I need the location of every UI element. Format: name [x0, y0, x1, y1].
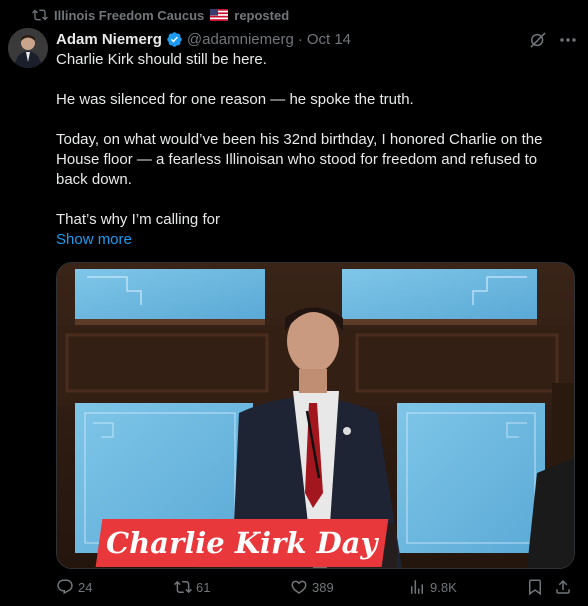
us-flag-icon: [210, 9, 229, 21]
retweet-icon: [174, 580, 192, 594]
like-icon: [291, 580, 307, 594]
tweet-paragraph: Today, on what would’ve been his 32nd bi…: [56, 131, 543, 188]
verified-badge-icon: [167, 31, 182, 47]
avatar[interactable]: [8, 28, 48, 68]
tweet-date[interactable]: Oct 14: [307, 31, 351, 48]
author-handle[interactable]: @adamniemerg: [187, 31, 294, 48]
tweet-text: Charlie Kirk should still be here. He wa…: [56, 50, 572, 230]
video-media[interactable]: Charlie Kirk Day: [56, 262, 575, 569]
bookmark-icon[interactable]: [526, 574, 544, 600]
reply-count: 24: [78, 579, 93, 595]
action-bar: 24 61 389 9.8K: [56, 574, 576, 600]
repost-suffix: reposted: [234, 7, 290, 23]
views-count: 9.8K: [430, 579, 457, 595]
share-icon[interactable]: [554, 574, 572, 600]
repost-indicator[interactable]: Illinois Freedom Caucus reposted: [32, 6, 290, 24]
video-caption-banner: Charlie Kirk Day: [95, 519, 389, 567]
like-button[interactable]: 389: [290, 574, 334, 600]
reply-button[interactable]: 24: [56, 574, 92, 600]
grok-icon[interactable]: [528, 30, 548, 50]
tweet-paragraph: He was silenced for one reason — he spok…: [56, 91, 414, 108]
repost-icon: [32, 9, 48, 21]
like-count: 389: [312, 579, 334, 595]
tweet-paragraph: Charlie Kirk should still be here.: [56, 51, 267, 68]
meta-separator: ·: [297, 30, 303, 48]
repost-button[interactable]: 61: [174, 574, 210, 600]
views-icon: [411, 580, 423, 594]
more-icon[interactable]: [556, 30, 580, 50]
show-more-link[interactable]: Show more: [56, 230, 132, 250]
views-button[interactable]: 9.8K: [408, 574, 457, 600]
repost-account[interactable]: Illinois Freedom Caucus: [54, 8, 204, 23]
tweet-paragraph: That’s why I’m calling for: [56, 211, 220, 228]
repost-count: 61: [196, 579, 211, 595]
author-name[interactable]: Adam Niemerg: [56, 31, 162, 48]
video-caption-text: Charlie Kirk Day: [106, 526, 378, 560]
tweet-header: Adam Niemerg @adamniemerg · Oct 14: [56, 28, 351, 50]
reply-icon: [57, 579, 73, 595]
